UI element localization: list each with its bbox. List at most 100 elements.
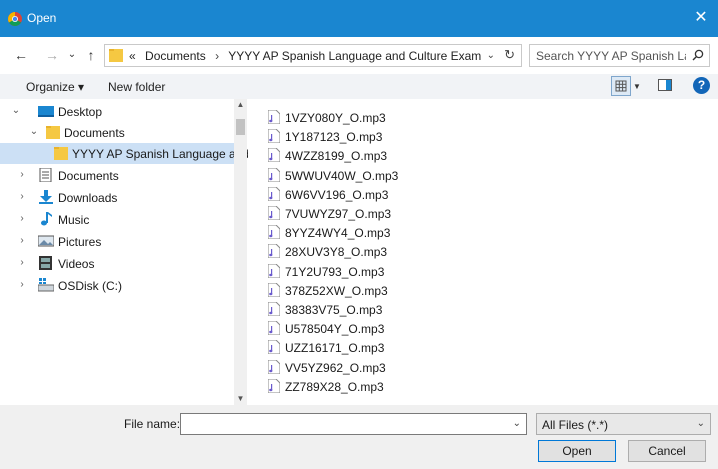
cancel-button[interactable]: Cancel [628, 440, 706, 462]
tree-item-pictures[interactable]: › Pictures [0, 231, 234, 252]
audio-file-icon [268, 321, 280, 336]
documents-icon [39, 168, 52, 182]
file-type-filter[interactable]: All Files (*.*) ⌄ [536, 413, 711, 435]
address-row: ← → ⌄ ↑ « Documents › YYYY AP Spanish La… [0, 37, 718, 74]
file-name: 28XUV3Y8_O.mp3 [285, 245, 388, 260]
file-name: 38383V75_O.mp3 [285, 303, 383, 317]
dialog-footer: File name: ⌄ All Files (*.*) ⌄ Open Canc… [0, 405, 718, 469]
file-name: ZZ789X28_O.mp3 [285, 379, 384, 394]
audio-file-icon [268, 244, 280, 259]
change-view-button[interactable] [611, 76, 631, 96]
audio-file-icon [268, 167, 280, 182]
breadcrumb-overflow[interactable]: « [129, 49, 136, 63]
organize-button[interactable]: Organize ▾ [26, 80, 84, 94]
audio-file-icon [268, 206, 280, 220]
tree-item-label: Downloads [58, 191, 118, 205]
expand-chevron-icon[interactable]: › [16, 279, 28, 290]
file-name-combobox[interactable]: ⌄ [180, 413, 527, 435]
expand-chevron-icon[interactable]: › [16, 169, 28, 180]
chrome-icon [8, 12, 22, 26]
preview-pane-icon[interactable] [658, 79, 672, 91]
tree-item-label: YYYY AP Spanish Language and C [72, 147, 262, 161]
back-button[interactable]: ← [13, 47, 29, 63]
drive-icon [38, 278, 54, 292]
file-name-input[interactable] [184, 417, 504, 431]
help-icon[interactable]: ? [693, 77, 710, 94]
chevron-down-icon[interactable]: ⌄ [513, 418, 521, 429]
tree-item-label: Documents [58, 169, 119, 183]
navigation-pane: ⌄ Desktop ⌄ Documents YYYY AP Spanish La… [0, 99, 261, 405]
view-dropdown-icon[interactable]: ▼ [633, 82, 641, 91]
file-name: 378Z52XW_O.mp3 [285, 283, 388, 298]
scroll-thumb[interactable] [236, 119, 245, 135]
tree-item-current-folder[interactable]: YYYY AP Spanish Language and C [0, 143, 261, 164]
audio-file-icon [268, 110, 280, 124]
breadcrumb-separator[interactable]: › [215, 49, 219, 63]
audio-file-icon [268, 129, 280, 144]
tree-item-label: Desktop [58, 105, 103, 119]
videos-icon [39, 256, 52, 270]
audio-file-icon [268, 225, 280, 240]
open-button[interactable]: Open [538, 440, 616, 462]
tree-item-documents-expanded[interactable]: ⌄ Documents [0, 122, 234, 143]
audio-file-icon [268, 359, 280, 374]
expand-chevron-icon[interactable]: ⌄ [28, 126, 40, 137]
music-icon [41, 212, 52, 226]
view-grid-icon [615, 80, 627, 92]
expand-chevron-icon[interactable]: › [16, 213, 28, 224]
expand-chevron-icon[interactable]: › [16, 191, 28, 202]
breadcrumb-documents[interactable]: Documents [145, 49, 206, 63]
tree-item-desktop[interactable]: ⌄ Desktop [0, 101, 234, 122]
expand-chevron-icon[interactable]: ⌄ [10, 105, 22, 116]
new-folder-button[interactable]: New folder [108, 80, 165, 94]
search-icon[interactable] [692, 49, 704, 61]
file-name: 71Y2U793_O.mp3 [285, 264, 385, 279]
tree-item-osdisk[interactable]: › OSDisk (C:) [0, 275, 234, 296]
tree-item-music[interactable]: › Music [0, 209, 234, 230]
tree-item-label: OSDisk (C:) [58, 279, 122, 293]
audio-file-icon [268, 302, 280, 316]
scroll-up-icon[interactable]: ▲ [234, 100, 247, 109]
downloads-icon [39, 190, 53, 204]
file-name: U578504Y_O.mp3 [285, 322, 385, 337]
desktop-icon [38, 106, 54, 117]
expand-chevron-icon[interactable]: › [16, 235, 28, 246]
tree-item-label: Documents [64, 126, 125, 140]
title-bar: Open ✕ [0, 0, 718, 37]
pictures-icon [38, 235, 54, 247]
close-button[interactable]: ✕ [690, 7, 712, 29]
tree-item-label: Music [58, 213, 90, 227]
address-dropdown-icon[interactable]: ⌄ [487, 50, 495, 61]
audio-file-icon [268, 282, 280, 297]
address-bar[interactable]: « Documents › YYYY AP Spanish Language a… [104, 44, 522, 67]
tree-item-videos[interactable]: › Videos [0, 253, 234, 274]
chevron-down-icon[interactable]: ⌄ [697, 418, 705, 429]
file-name: 1VZY080Y_O.mp3 [285, 111, 386, 125]
file-type-filter-value: All Files (*.*) [542, 418, 609, 432]
navigation-scrollbar[interactable]: ▲ ▼ [234, 99, 247, 405]
up-button[interactable]: ↑ [83, 47, 99, 63]
audio-file-icon [268, 340, 280, 355]
tree-item-documents[interactable]: › Documents [0, 165, 234, 186]
tree-item-downloads[interactable]: › Downloads [0, 187, 234, 208]
file-name: 7VUWYZ97_O.mp3 [285, 207, 392, 221]
window-title: Open [27, 11, 57, 25]
file-list: 1VZY080Y_O.mp3 1Y187123_O.mp3 4WZZ8199_O.m… [248, 99, 718, 405]
tree-item-label: Videos [58, 257, 95, 271]
recent-locations-button[interactable]: ⌄ [64, 47, 80, 63]
folder-icon [109, 49, 123, 62]
refresh-icon[interactable]: ↻ [504, 47, 515, 63]
scroll-down-icon[interactable]: ▼ [234, 394, 247, 403]
audio-file-icon [268, 378, 280, 393]
file-name: 8YYZ4WY4_O.mp3 [285, 226, 391, 241]
search-box[interactable] [529, 44, 710, 67]
file-name: 1Y187123_O.mp3 [285, 130, 383, 145]
audio-file-icon [268, 263, 280, 278]
file-name: VV5YZ962_O.mp3 [285, 360, 386, 375]
search-input[interactable] [536, 48, 686, 63]
expand-chevron-icon[interactable]: › [16, 257, 28, 268]
breadcrumb-current-folder[interactable]: YYYY AP Spanish Language and Culture Exa… [228, 49, 481, 63]
folder-icon [54, 147, 68, 160]
forward-button[interactable]: → [44, 47, 60, 63]
folder-icon [46, 126, 60, 139]
